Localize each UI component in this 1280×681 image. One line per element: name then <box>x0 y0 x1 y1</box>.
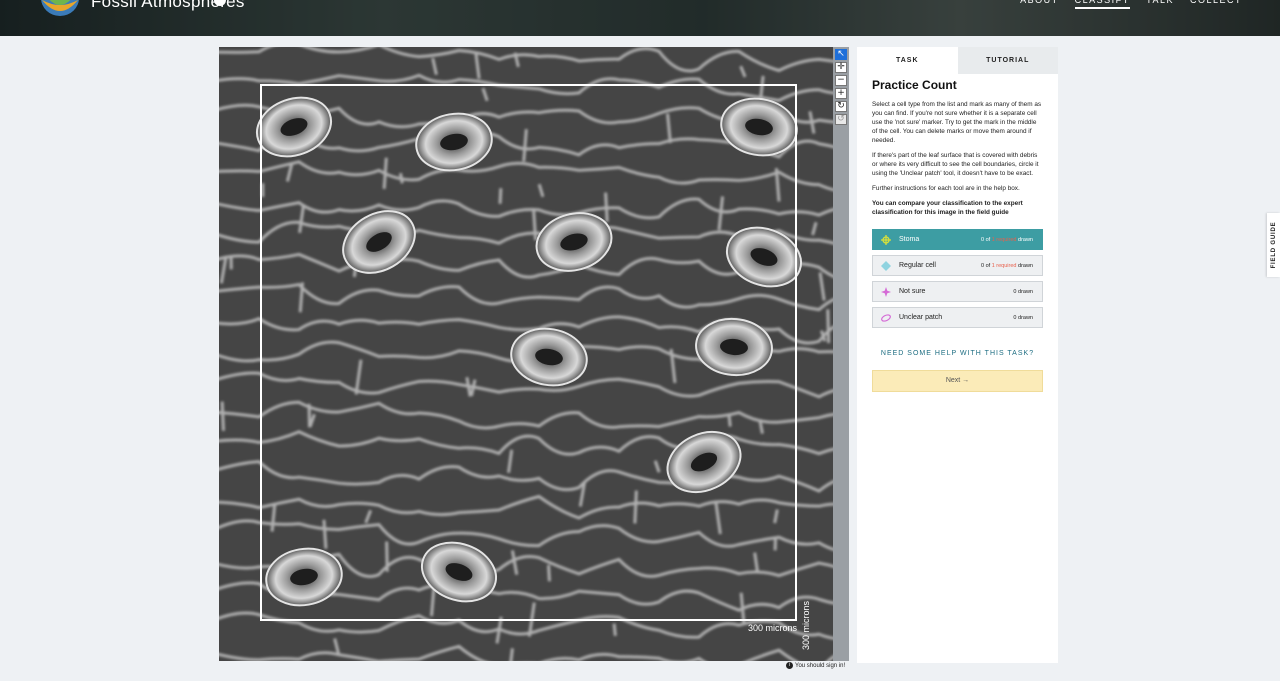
nav-about[interactable]: ABOUT <box>1020 0 1059 9</box>
nav-classify[interactable]: CLASSIFY <box>1074 0 1131 9</box>
field-guide-tab[interactable]: FIELD GUIDE <box>1267 213 1280 277</box>
cell-wall <box>604 192 609 222</box>
signin-notice[interactable]: i You should sign in! <box>786 662 845 669</box>
tool-unclear-patch[interactable]: Unclear patch 0 drawn <box>872 307 1043 328</box>
cell-wall <box>547 564 551 582</box>
tool-regular-cell[interactable]: Regular cell 0 of 1 required drawn <box>872 255 1043 276</box>
nav-talk[interactable]: TALK <box>1146 0 1174 9</box>
scale-bar-horizontal-label: 300 microns <box>747 623 797 633</box>
unclear-patch-ellipse-icon <box>881 313 891 323</box>
tool-count: 0 of 1 required drawn <box>981 237 1033 243</box>
tool-name: Stoma <box>899 236 920 243</box>
cell-wall <box>612 623 617 637</box>
project-logo[interactable] <box>40 0 80 20</box>
nav-collect[interactable]: COLLECT <box>1190 0 1242 9</box>
pan-icon[interactable]: ✛ <box>835 62 847 73</box>
tool-count: 0 of 1 required drawn <box>981 263 1033 269</box>
zoom-in-icon[interactable]: + <box>835 88 847 99</box>
tab-task[interactable]: TASK <box>857 47 958 74</box>
stoma-crosshair-icon <box>881 234 891 245</box>
info-icon: i <box>786 662 793 669</box>
cell-wall <box>633 490 638 524</box>
scale-bar-vertical-label: 300 microns <box>801 601 811 651</box>
task-panel: TASK TUTORIAL Practice Count Select a ce… <box>857 47 1058 663</box>
count-suffix: drawn <box>1018 262 1033 269</box>
next-button[interactable]: Next → <box>872 370 1043 392</box>
image-toolbar: ↖ ✛ − + ↻ ↺ <box>833 47 849 661</box>
tool-stoma[interactable]: Stoma 0 of 1 required drawn <box>872 229 1043 250</box>
project-nav: ABOUT CLASSIFY TALK COLLECT <box>1020 0 1242 9</box>
reset-icon[interactable]: ↺ <box>835 114 847 125</box>
zoom-out-icon[interactable]: − <box>835 75 847 86</box>
instruction-paragraph: If there's part of the leaf surface that… <box>872 152 1039 177</box>
field-guide-label: FIELD GUIDE <box>1270 221 1277 269</box>
tool-name: Not sure <box>899 288 926 295</box>
signin-text: You should sign in! <box>795 663 846 670</box>
tab-tutorial[interactable]: TUTORIAL <box>957 47 1058 74</box>
required-count: 1 required <box>991 236 1017 243</box>
cell-wall <box>322 519 328 549</box>
tool-name: Regular cell <box>899 262 936 269</box>
site-header: Fossil Atmospheres ABOUT CLASSIFY TALK C… <box>0 0 1280 36</box>
tool-count: 0 drawn <box>1013 314 1033 321</box>
subject-image-viewer[interactable]: 300 microns 300 microns <box>219 47 833 661</box>
rotate-icon[interactable]: ↻ <box>835 101 847 112</box>
task-help-link[interactable]: NEED SOME HELP WITH THIS TASK? <box>872 350 1043 357</box>
pointer-icon[interactable]: ↖ <box>835 49 847 60</box>
task-tabs: TASK TUTORIAL <box>857 47 1058 74</box>
cell-wall <box>727 415 732 427</box>
count-prefix: 0 of <box>980 236 991 243</box>
tool-not-sure[interactable]: Not sure 0 drawn <box>872 281 1043 302</box>
cell-wall <box>385 541 389 572</box>
count-suffix: drawn <box>1018 236 1033 243</box>
tool-name: Unclear patch <box>899 314 943 321</box>
instruction-paragraph: Select a cell type from the list and mar… <box>872 101 1042 144</box>
tool-count: 0 drawn <box>1013 288 1033 295</box>
required-count: 1 required <box>991 262 1017 269</box>
count-prefix: 0 of <box>980 262 991 269</box>
cell-wall <box>498 188 503 204</box>
regular-cell-diamond-icon <box>881 260 891 271</box>
field-guide-note: You can compare your classification to t… <box>872 200 1023 216</box>
task-title: Practice Count <box>872 78 957 92</box>
cell-wall <box>826 309 831 344</box>
task-instructions: Select a cell type from the list and mar… <box>872 100 1043 217</box>
cell-wall <box>220 401 225 431</box>
leaf-surface-micrograph[interactable] <box>219 47 833 661</box>
not-sure-star-icon <box>881 286 891 297</box>
cell-wall <box>531 208 538 241</box>
instruction-paragraph: Further instructions for each tool are i… <box>872 185 1020 192</box>
cell-wall <box>398 172 404 184</box>
